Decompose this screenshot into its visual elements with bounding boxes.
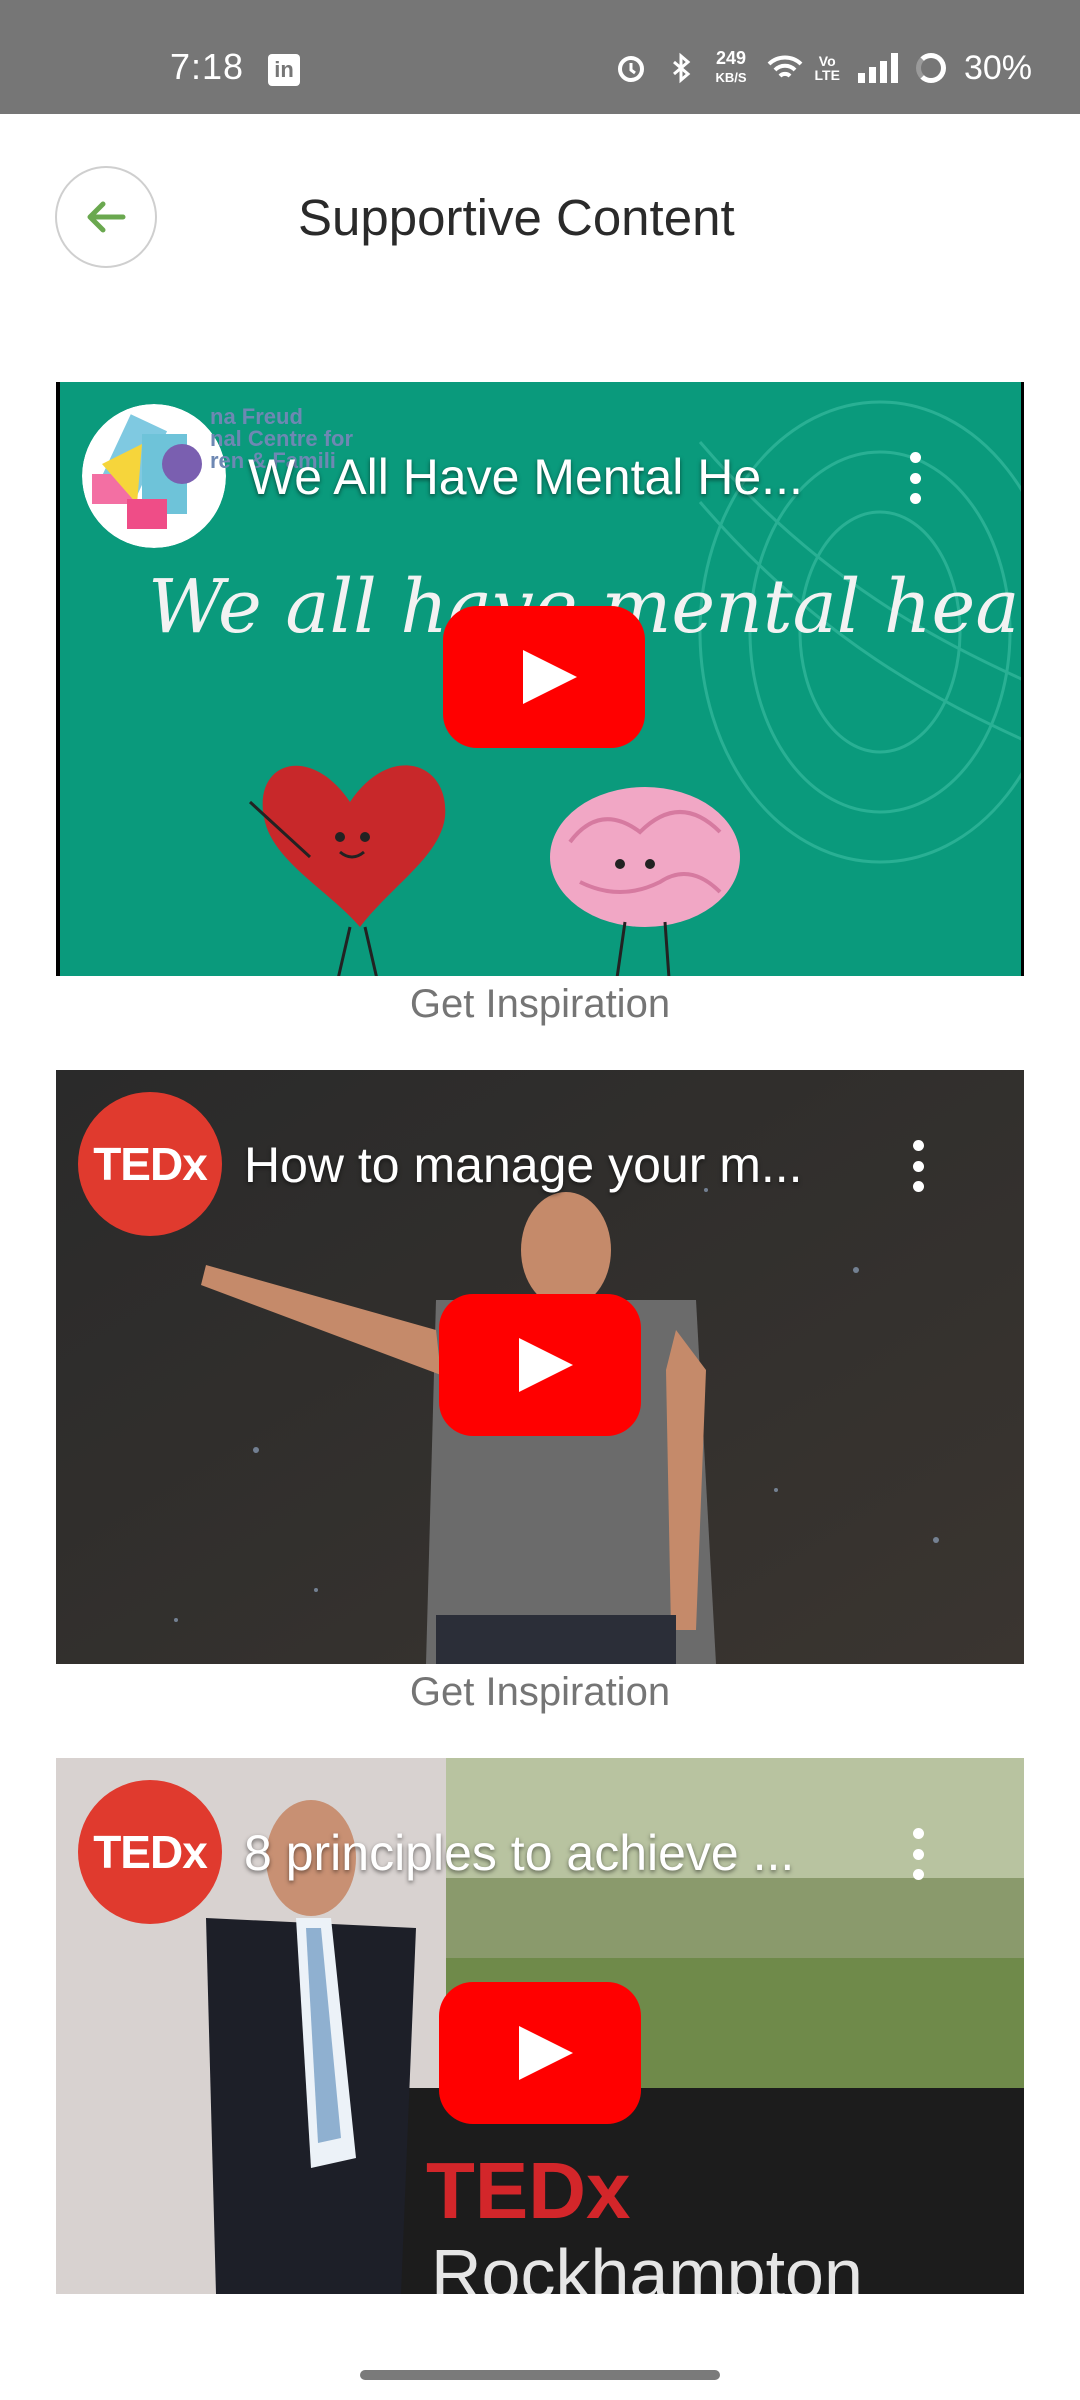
channel-avatar[interactable]	[82, 404, 226, 548]
page-title: Supportive Content	[298, 189, 735, 246]
status-time: 7:18	[170, 46, 245, 87]
video-caption-2: Get Inspiration	[409, 1670, 671, 1714]
video-title[interactable]: How to manage your m...	[244, 1136, 803, 1194]
more-options-icon[interactable]	[905, 452, 925, 504]
bluetooth-icon	[665, 52, 697, 84]
network-speed: 249 KB/S	[715, 48, 747, 85]
tedx-logo-text: TEDx	[93, 1826, 208, 1878]
more-options-icon[interactable]	[908, 1828, 928, 1880]
status-bar: 7:18 in 249 KB/S Vo LTE 30%	[0, 0, 1080, 114]
back-button[interactable]	[55, 166, 157, 268]
video-title[interactable]: 8 principles to achieve ...	[244, 1824, 794, 1882]
video-card-2[interactable]: TEDx How to manage your m...	[56, 1070, 1024, 1664]
tedx-logo-text: TEDx	[93, 1138, 208, 1190]
wifi-icon	[765, 52, 802, 84]
video-card-3[interactable]: TEDx Rockhampton TEDx 8 principles to ac…	[56, 1758, 1024, 2294]
channel-avatar[interactable]: TEDx	[78, 1092, 222, 1236]
video-caption-1: Get Inspiration	[409, 982, 671, 1026]
play-button[interactable]	[439, 1294, 641, 1436]
play-button[interactable]	[443, 606, 645, 748]
signal-icon	[857, 53, 898, 83]
arrow-left-icon	[87, 201, 126, 233]
alarm-icon	[615, 52, 647, 84]
video-card-1[interactable]: We all have mental health na Freud nal C…	[56, 382, 1024, 976]
stage-location-text: Rockhampton	[431, 2235, 863, 2294]
home-indicator[interactable]	[360, 2370, 720, 2380]
play-button[interactable]	[439, 1982, 641, 2124]
volte-indicator: Vo LTE	[814, 53, 840, 83]
linkedin-icon: in	[268, 54, 300, 86]
more-options-icon[interactable]	[908, 1140, 928, 1192]
video-title[interactable]: We All Have Mental He...	[248, 448, 803, 506]
stage-tedx-text: TEDx	[426, 2146, 631, 2235]
channel-avatar[interactable]: TEDx	[78, 1780, 222, 1924]
battery-icon	[915, 53, 946, 83]
battery-percent: 30%	[963, 48, 1032, 87]
